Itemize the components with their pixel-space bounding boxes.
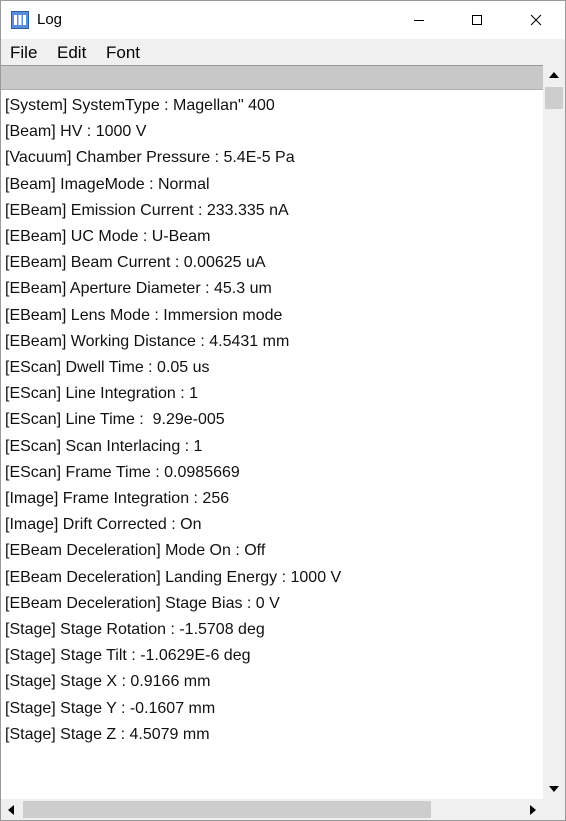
log-line: [EScan] Scan Interlacing : 1 xyxy=(5,437,203,455)
horizontal-scrollbar[interactable] xyxy=(1,799,543,820)
scroll-up-button[interactable] xyxy=(543,65,565,85)
log-window: Log File Edit Font [System] SystemType :… xyxy=(0,0,566,821)
scrollbar-corner xyxy=(543,799,565,820)
log-line: [EBeam Deceleration] Landing Energy : 10… xyxy=(5,568,342,586)
log-line: [EScan] Frame Time : 0.0985669 xyxy=(5,463,240,481)
menu-edit[interactable]: Edit xyxy=(57,43,86,63)
maximize-button[interactable] xyxy=(448,1,506,39)
close-button[interactable] xyxy=(507,1,565,39)
log-line: [System] SystemType : Magellan" 400 xyxy=(5,97,275,114)
arrow-up-icon xyxy=(549,72,559,78)
vertical-scroll-thumb[interactable] xyxy=(545,87,563,109)
header-strip xyxy=(1,65,543,90)
arrow-right-icon xyxy=(530,804,536,815)
log-line: [Stage] Stage Rotation : -1.5708 deg xyxy=(5,621,265,638)
horizontal-scroll-thumb[interactable] xyxy=(23,801,431,818)
log-line: [EBeam Deceleration] Stage Bias : 0 V xyxy=(5,594,280,612)
menu-bar: File Edit Font xyxy=(1,39,565,65)
log-line: [EBeam Deceleration] Mode On : Off xyxy=(5,542,266,560)
log-line: [Beam] ImageMode : Normal xyxy=(5,175,210,193)
log-line: [EBeam] Lens Mode : Immersion mode xyxy=(5,306,283,324)
log-line: [EBeam] Aperture Diameter : 45.3 um xyxy=(5,280,272,298)
log-line: [Stage] Stage X : 0.9166 mm xyxy=(5,673,211,691)
maximize-icon xyxy=(472,15,482,25)
arrow-down-icon xyxy=(549,786,559,792)
log-line: [EBeam] Emission Current : 233.335 nA xyxy=(5,201,289,219)
log-line: [Beam] HV : 1000 V xyxy=(5,123,147,141)
log-line: [EBeam] Beam Current : 0.00625 uA xyxy=(5,254,266,272)
log-line: [EBeam] UC Mode : U-Beam xyxy=(5,228,211,245)
arrow-left-icon xyxy=(8,804,14,815)
log-line: [EScan] Line Time : 9.29e-005 xyxy=(5,411,225,429)
scroll-left-button[interactable] xyxy=(1,799,21,820)
minimize-icon xyxy=(414,20,424,21)
log-line: [EScan] Dwell Time : 0.05 us xyxy=(5,359,210,376)
menu-font[interactable]: Font xyxy=(106,43,140,63)
minimize-button[interactable] xyxy=(390,1,448,39)
menu-file[interactable]: File xyxy=(10,43,37,63)
scroll-down-button[interactable] xyxy=(543,779,565,799)
log-line: [Stage] Stage Z : 4.5079 mm xyxy=(5,725,210,743)
log-line: [Stage] Stage Y : -0.1607 mm xyxy=(5,699,216,717)
vertical-scrollbar[interactable] xyxy=(543,65,565,799)
app-icon xyxy=(11,11,29,29)
log-line: [EScan] Line Integration : 1 xyxy=(5,385,199,403)
window-title: Log xyxy=(37,11,63,28)
log-line: [EBeam] Working Distance : 4.5431 mm xyxy=(5,332,290,350)
close-icon xyxy=(530,14,542,26)
scroll-right-button[interactable] xyxy=(523,799,543,820)
log-line: [Image] Drift Corrected : On xyxy=(5,516,202,534)
title-bar[interactable]: Log xyxy=(1,1,565,39)
log-text-area[interactable]: [System] SystemType : Magellan" 400 [Beam… xyxy=(1,90,543,799)
log-line: [Image] Frame Integration : 256 xyxy=(5,490,230,507)
log-line: [Stage] Stage Tilt : -1.0629E-6 deg xyxy=(5,647,251,665)
log-line: [Vacuum] Chamber Pressure : 5.4E-5 Pa xyxy=(5,149,295,167)
